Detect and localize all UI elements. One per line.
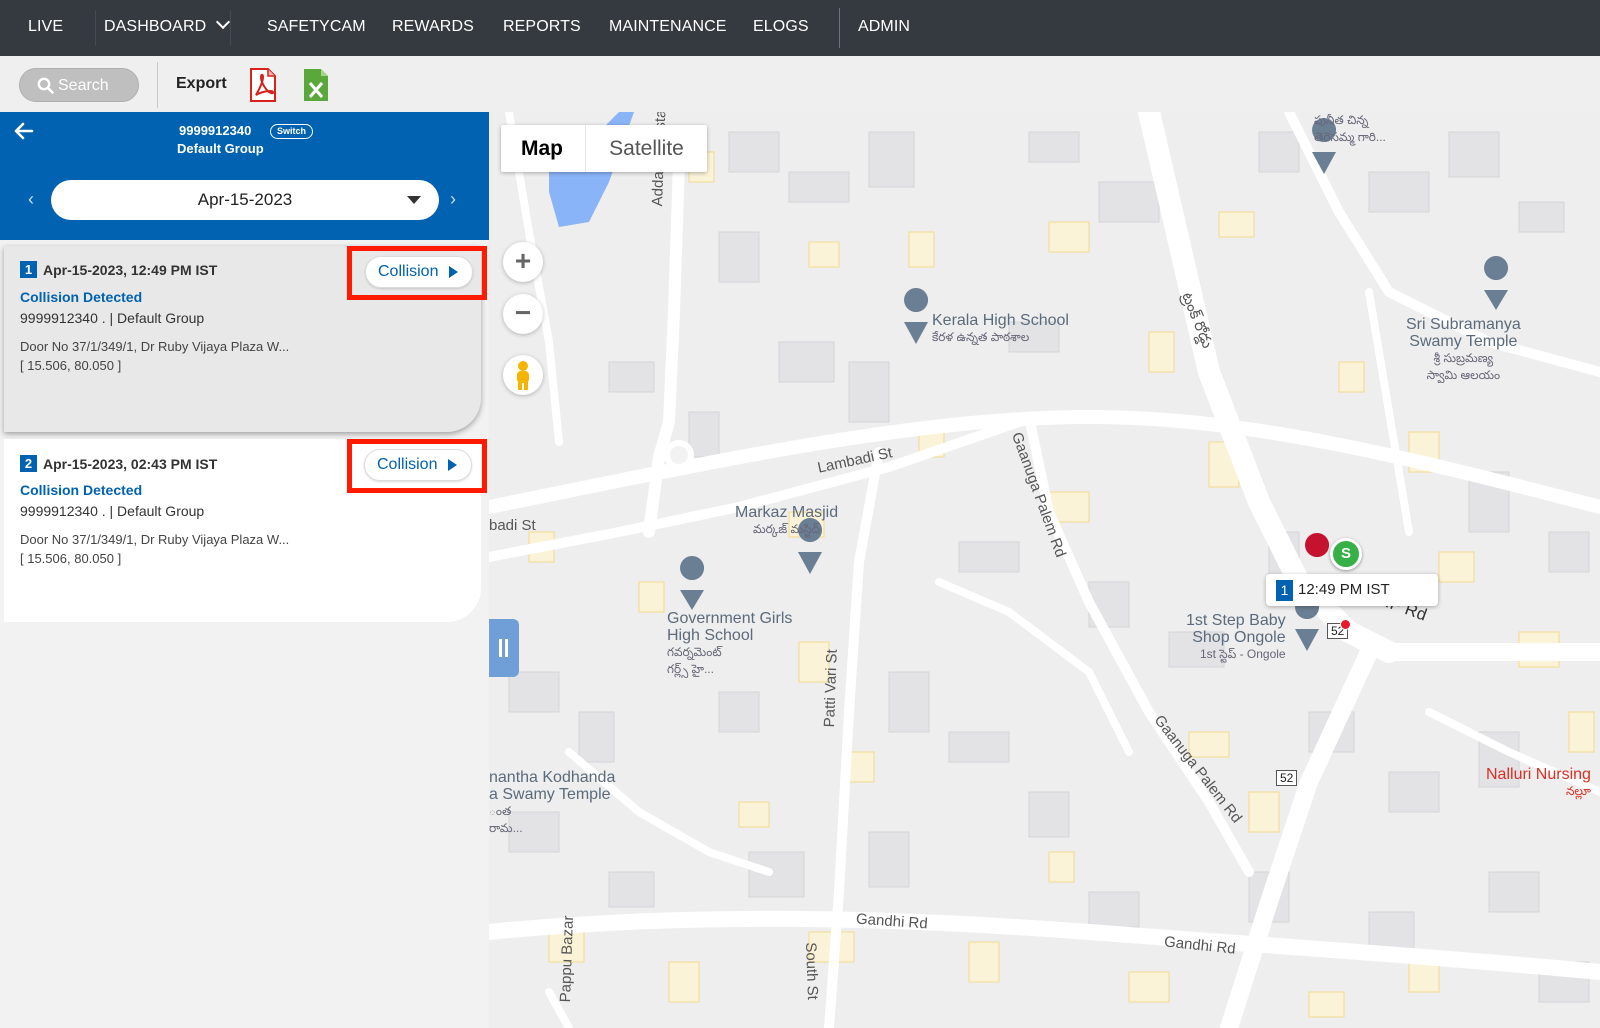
poi-subramanya-temple: Sri Subramanya Swamy Temple శ్రీ సుబ్రమణ్య… bbox=[1406, 316, 1521, 384]
toolbar: Search bbox=[0, 56, 1600, 112]
event-title: Collision Detected bbox=[20, 289, 143, 305]
group-name: Default Group bbox=[177, 141, 264, 156]
event-number-badge: 2 bbox=[20, 455, 37, 472]
event-device-group: 9999912340 . | Default Group bbox=[20, 310, 205, 326]
event-tooltip[interactable]: 1 12:49 PM IST bbox=[1266, 574, 1438, 606]
poi-name-local: 1st స్టెప్ - Ongole bbox=[1199, 647, 1286, 661]
poi-kodhanda-temple: nantha Kodhanda a Swamy Templeంత రామ... bbox=[489, 769, 615, 837]
highlight-box-2 bbox=[347, 439, 487, 493]
poi-name-local: కేరళ ఉన్నత పాఠశాల bbox=[932, 330, 1030, 344]
top-navigation: LIVE DASHBOARD SAFETYCAM REWARDS REPORTS… bbox=[0, 0, 1600, 56]
prev-date-icon[interactable]: ‹ bbox=[28, 189, 34, 210]
poi-name: Kerala High School bbox=[932, 312, 1069, 329]
poi-name-local: గర్ల్స్ హై... bbox=[667, 662, 714, 676]
poi-kerala-high-school: Kerala High School కేరళ ఉన్నత పాఠశాల bbox=[932, 312, 1069, 346]
poi-name-local: తెరెసమ్మ గారి... bbox=[1314, 130, 1386, 144]
search-button-label: Search bbox=[58, 77, 109, 94]
event-title: Collision Detected bbox=[20, 482, 143, 498]
nav-maintenance[interactable]: MAINTENANCE bbox=[609, 0, 727, 56]
search-icon bbox=[37, 77, 54, 94]
excel-icon[interactable] bbox=[303, 68, 329, 102]
map-type-control: Map Satellite bbox=[501, 125, 707, 172]
poi-name-local: రామ... bbox=[489, 821, 523, 835]
map-canvas[interactable]: Addanki Bustal Lambadi St badi St Gaanug… bbox=[489, 112, 1600, 1028]
poi-name: Shop Ongole bbox=[1192, 629, 1286, 646]
nav-dashboard[interactable]: DASHBOARD bbox=[104, 0, 231, 56]
event-address: Door No 37/1/349/1, Dr Ruby Vijaya Plaza… bbox=[20, 339, 290, 354]
nav-admin[interactable]: ADMIN bbox=[858, 0, 910, 56]
event-number-badge: 1 bbox=[20, 261, 37, 278]
map-type-map-button[interactable]: Map bbox=[501, 125, 583, 172]
toolbar-divider bbox=[157, 62, 158, 108]
start-marker-icon[interactable]: S bbox=[1330, 538, 1362, 570]
tooltip-time: 12:49 PM IST bbox=[1298, 581, 1390, 598]
tooltip-number-badge: 1 bbox=[1276, 580, 1293, 601]
highlight-box-1 bbox=[347, 246, 487, 300]
poi-1st-step-baby-shop: 1st Step Baby Shop Ongole 1st స్టెప్ - Ong… bbox=[1186, 612, 1286, 663]
poi-name: nantha Kodhanda bbox=[489, 769, 616, 786]
plus-icon: + bbox=[514, 245, 532, 276]
poi-nalluri-nursing: Nalluri Nursing నల్లూ bbox=[1486, 766, 1591, 800]
event-time: Apr-15-2023, 12:49 PM IST bbox=[43, 262, 218, 278]
poi-name: High School bbox=[667, 627, 754, 644]
next-date-icon[interactable]: › bbox=[450, 189, 456, 210]
poi-name: Nalluri Nursing bbox=[1486, 766, 1591, 783]
grip-bar bbox=[505, 639, 508, 657]
nav-live[interactable]: LIVE bbox=[28, 0, 63, 56]
nav-rewards[interactable]: REWARDS bbox=[392, 0, 474, 56]
poi-name-local: నల్లూ bbox=[1565, 784, 1591, 798]
poi-name: a Swamy Temple bbox=[489, 786, 611, 803]
poi-name: 1st Step Baby bbox=[1186, 612, 1286, 629]
switch-button[interactable]: Switch bbox=[270, 124, 314, 139]
poi-name-local: స్వామి ఆలయం bbox=[1426, 368, 1501, 382]
poi-name: Markaz Masjid bbox=[735, 504, 839, 521]
street-label: badi St bbox=[489, 517, 536, 534]
nav-safetycam[interactable]: SAFETYCAM bbox=[267, 0, 366, 56]
event-time: Apr-15-2023, 02:43 PM IST bbox=[43, 456, 218, 472]
search-button[interactable]: Search bbox=[19, 68, 139, 102]
poi-top-church: పునీత చిన్న తెరెసమ్మ గారి... bbox=[1314, 112, 1386, 146]
selected-date: Apr-15-2023 bbox=[197, 190, 293, 209]
nav-reports[interactable]: REPORTS bbox=[503, 0, 581, 56]
event-address: Door No 37/1/349/1, Dr Ruby Vijaya Plaza… bbox=[20, 532, 290, 547]
date-select[interactable]: Apr-15-2023 bbox=[51, 180, 439, 220]
nav-elogs[interactable]: ELOGS bbox=[753, 0, 809, 56]
street-label: South St bbox=[802, 942, 822, 1001]
event-coordinates: [ 15.506, 80.050 ] bbox=[20, 551, 122, 566]
poi-name-local: మర్కజ్ మస్జిద్ bbox=[752, 522, 821, 536]
zoom-in-button[interactable]: + bbox=[503, 242, 543, 282]
poi-name-local: పునీత చిన్న bbox=[1314, 113, 1369, 127]
poi-name: Government Girls bbox=[667, 610, 793, 627]
poi-name-local: ంత bbox=[489, 804, 512, 818]
poi-name: Swamy Temple bbox=[1409, 333, 1518, 350]
minus-icon: − bbox=[514, 297, 532, 328]
map-base-layer bbox=[489, 112, 1600, 1028]
event-device-group: 9999912340 . | Default Group bbox=[20, 503, 205, 519]
street-view-button[interactable] bbox=[503, 355, 543, 395]
nav-dashboard-label: DASHBOARD bbox=[104, 18, 207, 35]
street-label: Pappu Bazar bbox=[557, 915, 578, 1003]
back-arrow-icon[interactable] bbox=[12, 120, 36, 142]
map-type-satellite-button[interactable]: Satellite bbox=[585, 125, 707, 172]
route-shield: 52 bbox=[1276, 770, 1298, 786]
street-label: Patti Vari St bbox=[821, 648, 841, 728]
grip-bar bbox=[499, 639, 502, 657]
caret-down-icon bbox=[407, 196, 421, 204]
poi-name-local: గవర్నమెంట్ bbox=[667, 645, 722, 659]
pdf-icon[interactable] bbox=[250, 68, 276, 102]
event-location-dot[interactable] bbox=[1340, 619, 1351, 630]
export-label: Export bbox=[176, 75, 227, 92]
poi-government-girls-high-school: Government Girls High School గవర్నమెంట్ గర్… bbox=[667, 610, 792, 678]
poi-name: Sri Subramanya bbox=[1406, 316, 1521, 333]
nav-divider bbox=[839, 8, 840, 48]
zoom-out-button[interactable]: − bbox=[503, 294, 543, 334]
chevron-down-icon bbox=[216, 14, 231, 30]
panel-collapse-handle[interactable] bbox=[489, 619, 519, 677]
device-id: 9999912340 bbox=[179, 123, 252, 138]
poi-name-local: శ్రీ సుబ్రమణ్య bbox=[1433, 351, 1494, 365]
pegman-icon bbox=[517, 361, 529, 390]
poi-markaz-masjid: Markaz Masjid మర్కజ్ మస్జిద్ bbox=[735, 504, 838, 538]
event-coordinates: [ 15.506, 80.050 ] bbox=[20, 358, 122, 373]
